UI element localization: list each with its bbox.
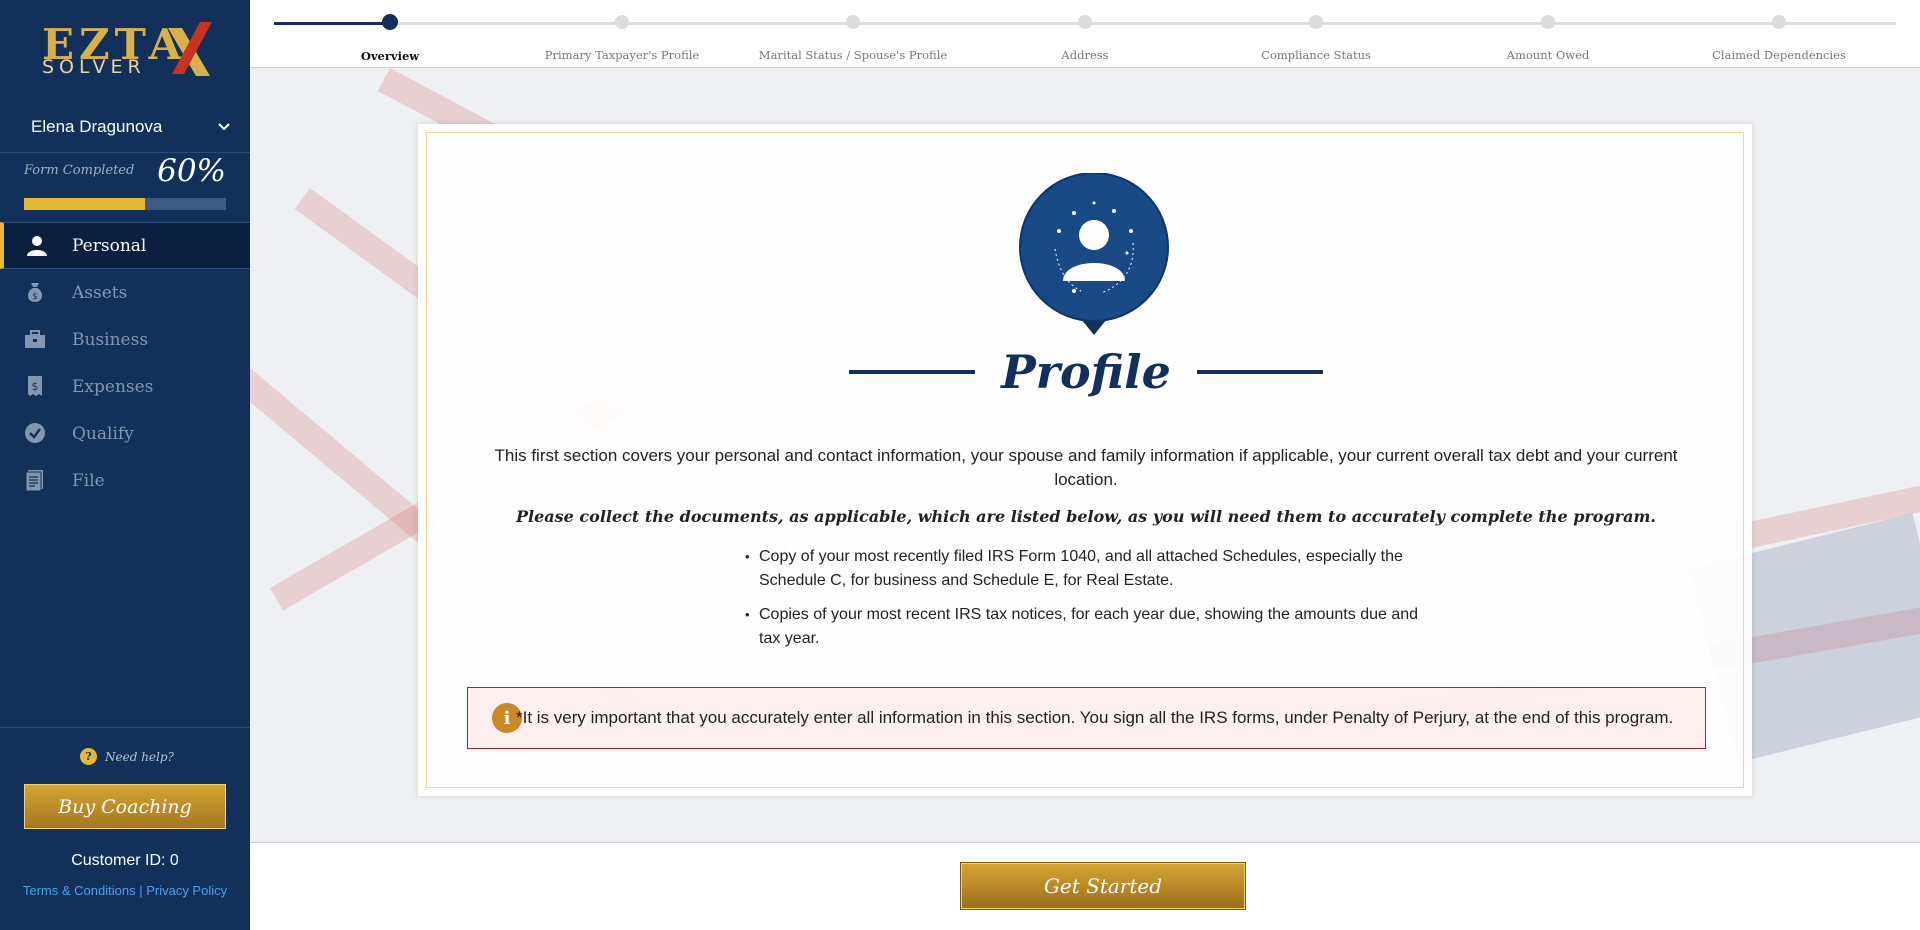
- step-label: Primary Taxpayer's Profile: [544, 48, 700, 62]
- step-label: Amount Owed: [1506, 48, 1590, 62]
- list-item: Copy of your most recently filed IRS For…: [745, 545, 1435, 593]
- progress-bar: [24, 198, 226, 210]
- title-row: Profile: [427, 345, 1745, 399]
- sidebar-item-label: Assets: [72, 282, 128, 303]
- step-marital-status[interactable]: Marital Status / Spouse's Profile: [743, 14, 963, 62]
- step-primary-taxpayer-profile[interactable]: Primary Taxpayer's Profile: [512, 14, 732, 62]
- step-label: Marital Status / Spouse's Profile: [758, 48, 948, 62]
- check-circle-icon: [25, 423, 45, 443]
- person-icon: [27, 236, 47, 256]
- svg-text:$: $: [32, 292, 38, 302]
- receipt-icon: $: [28, 376, 42, 396]
- briefcase-icon: [25, 330, 45, 348]
- user-menu[interactable]: Elena Dragunova: [31, 116, 231, 138]
- sidebar-item-business[interactable]: Business: [0, 316, 250, 363]
- step-claimed-dependencies[interactable]: Claimed Dependencies: [1669, 14, 1889, 62]
- section-intro: This first section covers your personal …: [494, 446, 1678, 489]
- action-footer: Get Started: [250, 842, 1920, 930]
- document-icon: [25, 470, 43, 491]
- step-address[interactable]: Address: [975, 14, 1195, 62]
- sidebar-item-label: Qualify: [72, 423, 134, 444]
- step-dot: [846, 15, 860, 29]
- sidebar: EZTA SOLVER Elena Dragunova Form Complet…: [0, 0, 250, 930]
- sidebar-item-assets[interactable]: $ Assets: [0, 269, 250, 316]
- form-completed-label: Form Completed: [24, 163, 135, 178]
- eztax-solver-logo[interactable]: EZTA SOLVER: [38, 18, 218, 86]
- profile-badge-icon: [1019, 173, 1169, 335]
- sidebar-item-personal[interactable]: Personal: [0, 222, 250, 269]
- need-help-label: Need help?: [105, 749, 174, 764]
- overview-card-frame: Profile This first section covers your p…: [426, 132, 1744, 788]
- question-icon: ?: [80, 748, 97, 765]
- chevron-down-icon: [218, 123, 230, 131]
- sidebar-footer: ? Need help? Buy Coaching Customer ID: 0…: [0, 727, 250, 930]
- sidebar-item-expenses[interactable]: $ Expenses: [0, 363, 250, 410]
- customer-id: Customer ID: 0: [71, 852, 179, 869]
- list-item: Copies of your most recent IRS tax notic…: [745, 603, 1435, 651]
- title-divider-left: [849, 370, 976, 374]
- form-progress: Form Completed 60%: [0, 152, 250, 222]
- step-label: Claimed Dependencies: [1712, 48, 1846, 62]
- step-dot: [382, 14, 398, 30]
- sidebar-nav: Personal $ Assets Business $ Expenses Qu…: [0, 222, 250, 504]
- step-compliance-status[interactable]: Compliance Status: [1206, 14, 1426, 62]
- sidebar-item-file[interactable]: File: [0, 457, 250, 504]
- step-overview[interactable]: Overview: [280, 14, 500, 63]
- form-completed-percent: 60%: [157, 153, 226, 189]
- sidebar-item-label: File: [72, 470, 105, 491]
- step-dot: [1309, 15, 1323, 29]
- overview-card: Profile This first section covers your p…: [418, 124, 1752, 796]
- step-label: Address: [1061, 48, 1109, 62]
- step-label: Overview: [360, 49, 420, 63]
- buy-coaching-button[interactable]: Buy Coaching: [24, 784, 226, 829]
- step-dot: [615, 15, 629, 29]
- legal-links: Terms & Conditions | Privacy Policy: [0, 883, 250, 898]
- progress-bar-fill: [24, 198, 146, 210]
- step-dot: [1541, 15, 1555, 29]
- privacy-link[interactable]: Privacy Policy: [146, 883, 227, 898]
- page-title: Profile: [1001, 345, 1171, 399]
- svg-text:$: $: [32, 380, 39, 393]
- sidebar-item-label: Personal: [72, 235, 147, 256]
- money-bag-icon: $: [27, 283, 43, 302]
- step-amount-owed[interactable]: Amount Owed: [1438, 14, 1658, 62]
- app: EZTA SOLVER Elena Dragunova Form Complet…: [0, 0, 1920, 930]
- get-started-button[interactable]: Get Started: [960, 862, 1246, 910]
- progress-steps: Overview Primary Taxpayer's Profile Mari…: [250, 0, 1920, 68]
- documents-list: Copy of your most recently filed IRS For…: [745, 545, 1435, 661]
- documents-notice: Please collect the documents, as applica…: [516, 507, 1656, 526]
- sidebar-item-label: Business: [72, 329, 149, 350]
- step-dot: [1078, 15, 1092, 29]
- title-divider-right: [1196, 370, 1323, 374]
- link-separator: |: [135, 883, 147, 898]
- need-help-link[interactable]: ? Need help?: [80, 748, 174, 765]
- step-dot: [1772, 15, 1786, 29]
- logo-sub-text: SOLVER: [42, 56, 146, 78]
- step-label: Compliance Status: [1261, 48, 1371, 62]
- sidebar-item-label: Expenses: [72, 376, 154, 397]
- sidebar-item-qualify[interactable]: Qualify: [0, 410, 250, 457]
- warning-text: *It is very important that you accuratel…: [516, 708, 1674, 727]
- user-name: Elena Dragunova: [31, 117, 163, 136]
- terms-link[interactable]: Terms & Conditions: [23, 883, 136, 898]
- perjury-warning: i *It is very important that you accurat…: [467, 687, 1706, 749]
- logo-x-icon: [168, 22, 212, 76]
